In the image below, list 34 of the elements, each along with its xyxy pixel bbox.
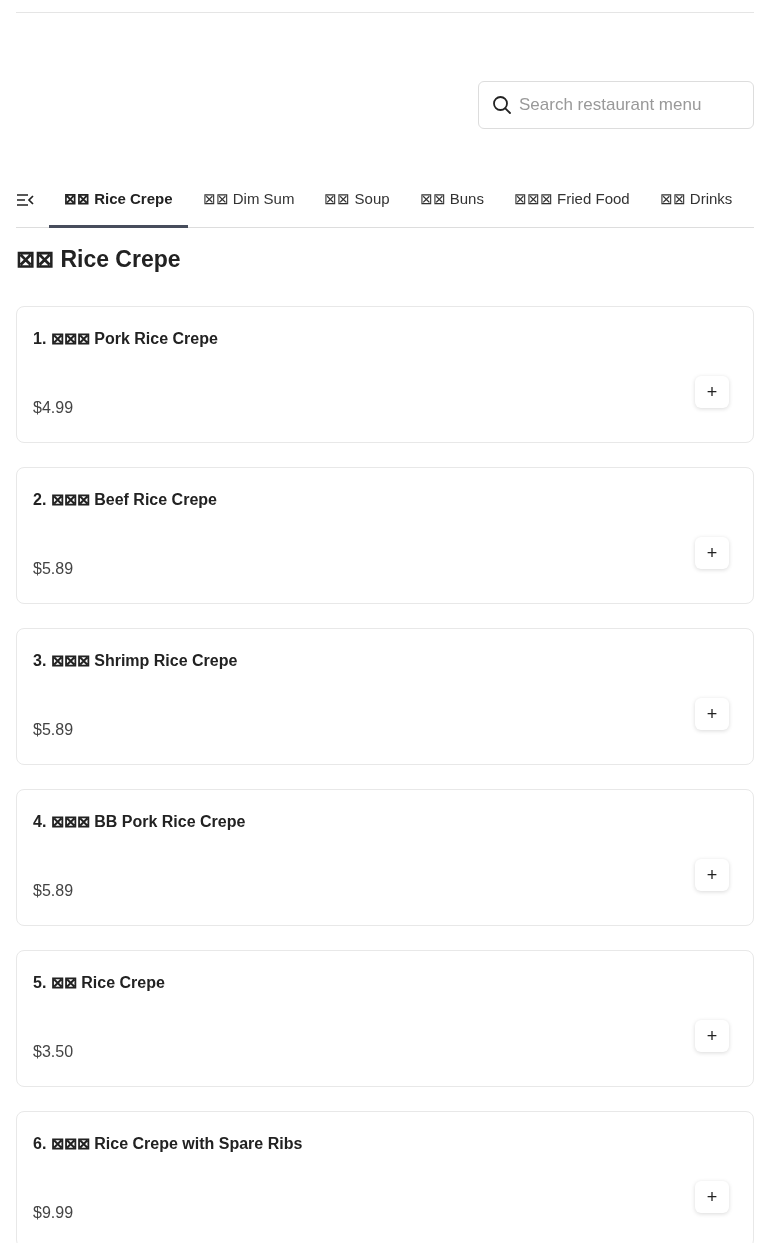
item-name: 3. ⊠⊠⊠ Shrimp Rice Crepe xyxy=(33,651,239,670)
item-name: 6. ⊠⊠⊠ Rice Crepe with Spare Ribs xyxy=(33,1134,304,1153)
add-button[interactable]: + xyxy=(695,698,729,730)
add-button[interactable]: + xyxy=(695,859,729,891)
item-name: 1. ⊠⊠⊠ Pork Rice Crepe xyxy=(33,329,219,348)
menu-icon[interactable] xyxy=(16,193,34,207)
menu-item-card[interactable]: 3. ⊠⊠⊠ Shrimp Rice Crepe $5.89 + xyxy=(16,628,754,765)
item-name: 5. ⊠⊠ Rice Crepe xyxy=(33,973,166,992)
menu-item-card[interactable]: 2. ⊠⊠⊠ Beef Rice Crepe $5.89 + xyxy=(16,467,754,604)
item-name: 4. ⊠⊠⊠ BB Pork Rice Crepe xyxy=(33,812,247,831)
item-name: 2. ⊠⊠⊠ Beef Rice Crepe xyxy=(33,490,218,509)
category-tab[interactable]: ⊠⊠ Buns xyxy=(404,173,499,228)
category-tab[interactable]: ⊠⊠ Soup xyxy=(309,173,405,228)
item-price: $9.99 xyxy=(33,1204,74,1222)
category-tab[interactable]: ⊠⊠ Rice Crepe xyxy=(49,173,188,228)
menu-item-card[interactable]: 1. ⊠⊠⊠ Pork Rice Crepe $4.99 + xyxy=(16,306,754,443)
item-price: $5.89 xyxy=(33,882,74,900)
search-field[interactable]: Search restaurant menu xyxy=(478,81,754,129)
category-tab[interactable]: ⊠⊠⊠ Fried Food xyxy=(498,173,645,228)
section-title: ⊠⊠ Rice Crepe xyxy=(16,245,182,274)
menu-item-card[interactable]: 4. ⊠⊠⊠ BB Pork Rice Crepe $5.89 + xyxy=(16,789,754,926)
item-price: $3.50 xyxy=(33,1043,74,1061)
category-tab[interactable]: ⊠⊠ Drinks xyxy=(644,173,748,228)
add-button[interactable]: + xyxy=(695,1181,729,1213)
item-price: $4.99 xyxy=(33,399,74,417)
menu-item-card[interactable]: 6. ⊠⊠⊠ Rice Crepe with Spare Ribs $9.99 + xyxy=(16,1111,754,1243)
search-icon xyxy=(492,95,512,115)
menu-item-card[interactable]: 5. ⊠⊠ Rice Crepe $3.50 + xyxy=(16,950,754,1087)
item-price: $5.89 xyxy=(33,721,74,739)
category-tab[interactable]: ⊠⊠ Dim Sum xyxy=(187,173,310,228)
add-button[interactable]: + xyxy=(695,537,729,569)
add-button[interactable]: + xyxy=(695,376,729,408)
item-price: $5.89 xyxy=(33,560,74,578)
add-button[interactable]: + xyxy=(695,1020,729,1052)
